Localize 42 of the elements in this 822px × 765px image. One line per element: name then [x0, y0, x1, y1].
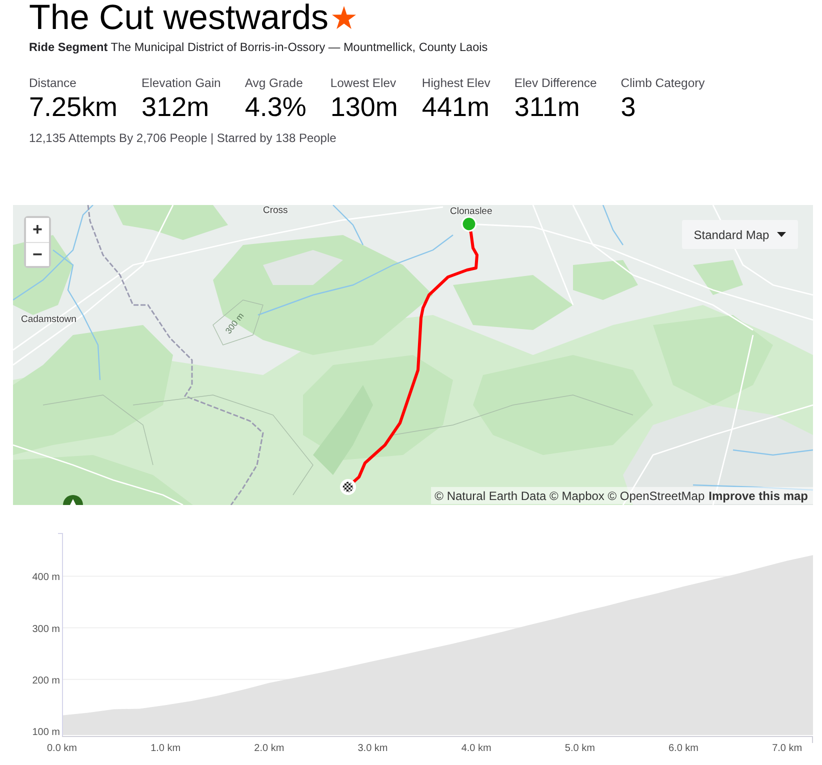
x-tick-label: 4.0 km [461, 743, 492, 754]
stat-label: Elevation Gain [142, 76, 221, 91]
x-tick-label: 6.0 km [668, 743, 699, 754]
stat-value: 441m [422, 91, 490, 123]
stat-value: 311m [514, 91, 581, 123]
star-icon[interactable] [332, 6, 356, 28]
y-tick-label: 200 m [32, 675, 60, 686]
start-marker-icon[interactable] [461, 216, 477, 232]
improve-map-link[interactable]: Improve this map [708, 486, 808, 504]
y-tick-label: 100 m [32, 726, 60, 738]
contour-label: 300 m [223, 310, 246, 336]
y-tick-label: 300 m [32, 624, 60, 635]
attribution-text: © Natural Earth Data © Mapbox © OpenStreetMap [434, 488, 705, 504]
x-tick-label: 2.0 km [254, 743, 284, 754]
x-tick-label: 5.0 km [564, 743, 595, 754]
x-tick-label: 1.0 km [150, 743, 181, 754]
stat-label: Distance [29, 76, 78, 91]
caret-icon [777, 232, 786, 237]
y-tick-label: 400 m [32, 572, 60, 584]
zoom-out-button[interactable]: − [26, 242, 49, 266]
stat-value: 130m [330, 91, 398, 123]
stat-label: Climb Category [620, 76, 705, 91]
map-style-dropdown[interactable]: Standard Map [682, 220, 798, 249]
map-marker-icon[interactable] [63, 495, 83, 505]
x-tick-label: 3.0 km [358, 743, 388, 754]
stat-label: Avg Grade [244, 76, 304, 91]
place-label: Clonaslee [450, 206, 492, 217]
place-label: Cadamstown [21, 314, 76, 325]
stat-value: 3 [620, 91, 637, 123]
segment-title: The Cut westwards [29, 0, 329, 36]
stat-value: 7.25km [29, 91, 118, 123]
checkered-finish-icon[interactable] [340, 479, 356, 495]
stat-label: Lowest Elev [330, 76, 398, 91]
segment-subtitle: Ride Segment The Municipal District of Borris-in-Ossory — Mountmellick, County Laois [29, 40, 489, 54]
attempts-summary: 12,135 Attempts By 2,706 People | Starred by 138 People [29, 131, 338, 145]
stat-value: 312m [142, 91, 210, 123]
stat-label: Elev Difference [514, 76, 597, 91]
stat-value: 4.3% [244, 91, 306, 123]
place-label: Cross [263, 205, 288, 216]
x-tick-label: 7.0 km [772, 743, 802, 754]
x-tick-label: 0.0 km [47, 743, 77, 754]
stat-label: Highest Elev [422, 76, 490, 91]
